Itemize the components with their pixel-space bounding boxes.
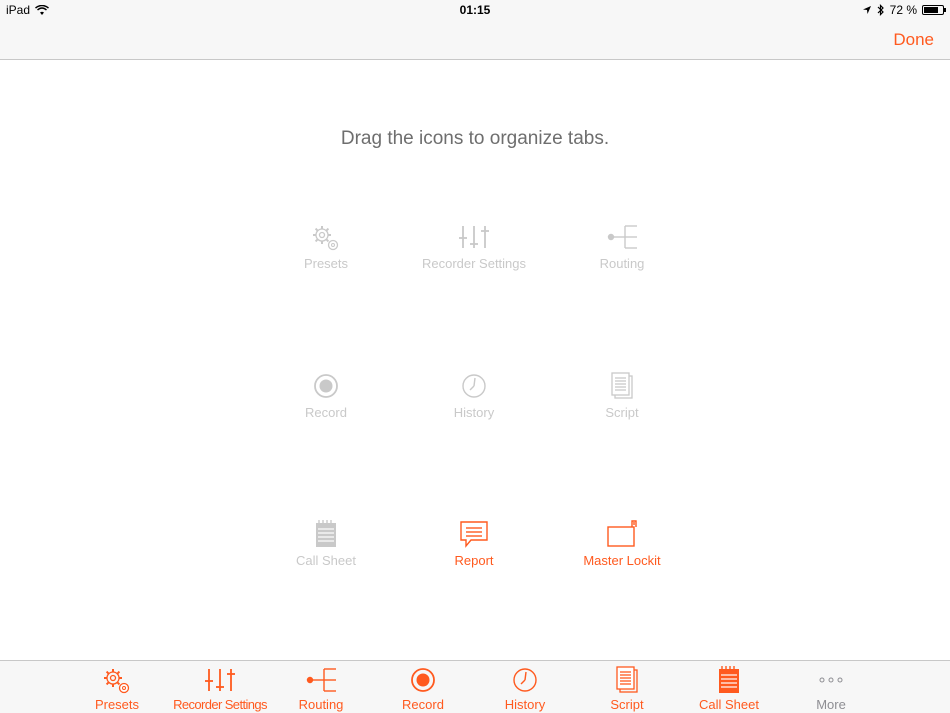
tab-label: More (816, 697, 846, 712)
report-icon (460, 521, 488, 547)
more-icon (819, 677, 843, 683)
tab-routing[interactable]: Routing (271, 665, 371, 712)
grid-item-label: Call Sheet (296, 553, 356, 568)
sliders-icon (458, 225, 490, 249)
status-bar: iPad 01:15 72 % (0, 0, 950, 20)
battery-icon (922, 5, 946, 15)
tab-label: History (504, 697, 546, 712)
grid-item-routing[interactable]: Routing (552, 222, 692, 271)
routing-icon (607, 225, 638, 249)
grid-item-label: Record (305, 405, 347, 420)
tab-record[interactable]: Record (373, 665, 473, 712)
tab-history[interactable]: History (475, 665, 575, 712)
tab-presets[interactable]: Presets (67, 665, 167, 712)
grid-item-report[interactable]: Report (404, 519, 544, 568)
status-time: 01:15 (459, 3, 491, 17)
grid-item-label: History (453, 405, 495, 420)
routing-icon (306, 668, 337, 692)
grid-item-label: Recorder Settings (421, 256, 527, 271)
clock-icon (513, 668, 537, 692)
location-arrow-icon (862, 6, 871, 14)
grid-item-recorder-settings[interactable]: Recorder Settings (404, 222, 544, 271)
sliders-icon (204, 668, 236, 692)
done-button[interactable]: Done (893, 30, 934, 50)
battery-percent: 72 % (889, 3, 917, 17)
tab-label: Call Sheet (699, 697, 759, 712)
notepad-icon (315, 519, 337, 548)
grid-item-presets[interactable]: Presets (256, 222, 396, 271)
clock-icon (462, 374, 486, 398)
gear-icon (103, 668, 130, 694)
tab-more[interactable]: More (781, 665, 881, 712)
tab-script[interactable]: Script (577, 665, 677, 712)
grid-item-call-sheet[interactable]: Call Sheet (256, 519, 396, 568)
notepad-icon (718, 665, 740, 694)
battery-level (924, 7, 939, 13)
nav-bar: Done (0, 20, 950, 60)
tab-recorder-settings[interactable]: Recorder Settings (170, 665, 270, 712)
grid-item-label: Routing (599, 256, 645, 271)
grid-item-label: Report (454, 553, 494, 568)
record-icon (314, 374, 338, 398)
lockit-icon (607, 520, 637, 547)
tab-call-sheet[interactable]: Call Sheet (679, 665, 779, 712)
grid-item-history[interactable]: History (404, 371, 544, 420)
script-icon (616, 666, 638, 693)
tab-label: Record (402, 697, 444, 712)
grid-item-label: Presets (303, 256, 349, 271)
tab-label: Routing (298, 697, 344, 712)
gear-icon (312, 225, 339, 251)
bluetooth-icon (877, 4, 884, 16)
instruction-text: Drag the icons to organize tabs. (340, 128, 610, 149)
tab-label: Presets (94, 697, 140, 712)
grid-item-master-lockit[interactable]: Master Lockit (552, 519, 692, 568)
tab-label: Recorder Settings (173, 697, 267, 712)
tab-bar: Presets Recorder Settings Routing Record His… (0, 660, 950, 713)
grid-item-label: Master Lockit (583, 553, 661, 568)
grid-item-label: Script (605, 405, 639, 420)
grid-item-record[interactable]: Record (256, 371, 396, 420)
tab-label: Script (610, 697, 644, 712)
grid-item-script[interactable]: Script (552, 371, 692, 420)
record-icon (411, 668, 435, 692)
script-icon (611, 372, 633, 399)
